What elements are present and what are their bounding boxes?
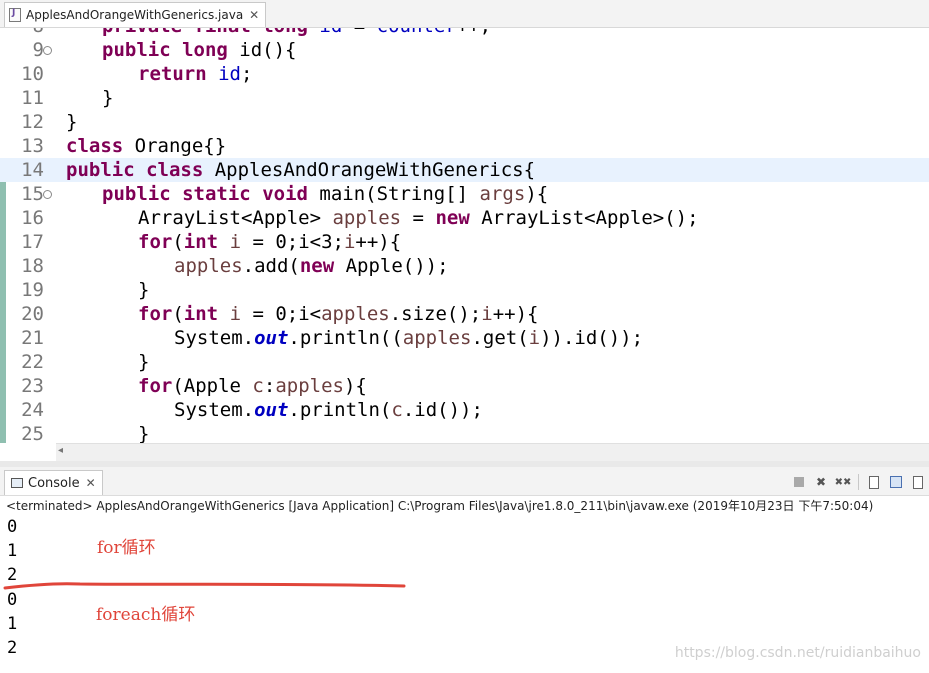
code-line[interactable]: 21 System.out.println((apples.get(i)).id(… [0,326,929,350]
annotation-foreach-loop: foreach循环 [96,605,196,625]
editor-tab-label: ApplesAndOrangeWithGenerics.java [26,8,244,22]
code-text: System.out.println((apples.get(i)).id())… [174,327,644,349]
toolbar-separator [858,474,859,490]
line-number: 12 [21,111,44,133]
editor-tab[interactable]: ApplesAndOrangeWithGenerics.java ✕ [4,2,267,27]
line-number: 15 [21,183,44,205]
remove-all-icon[interactable]: ✖✖ [835,474,852,490]
line-number: 23 [21,375,44,397]
code-line[interactable]: 25} [0,422,929,443]
code-text: } [138,423,150,443]
line-number: 21 [21,327,44,349]
code-text: } [66,111,78,133]
editor-pane: ApplesAndOrangeWithGenerics.java ✕ 8 priv… [0,0,929,463]
console-output-line: 0 [7,517,18,537]
code-area[interactable]: 8 private final long id = counter++; 9 publ… [0,28,929,443]
line-number: 22 [21,351,44,373]
code-line[interactable]: 16 ArrayList<Apple> apples = new ArrayLis… [0,206,929,230]
pin-console-icon[interactable] [910,474,926,490]
line-number: 9 [32,39,44,61]
line-number: 16 [21,207,44,229]
code-text: } [102,87,114,109]
line-number: 18 [21,255,44,277]
scroll-left-icon[interactable]: ◂ [58,445,63,456]
code-line[interactable]: 17 for(int i = 0;i<3;i++){ [0,230,929,254]
code-text: public long id(){ [102,39,297,61]
line-number: 8 [14,28,44,38]
code-text: return id; [138,63,253,85]
code-line[interactable]: 18 apples.add(new Apple()); [0,254,929,278]
code-line[interactable]: 15 public static void main(String[] args)… [0,182,929,206]
code-text: for(int i = 0;i<3;i++){ [138,231,402,253]
console-output-line: 1 [7,614,18,634]
console-output-line: 0 [7,590,18,610]
horizontal-scrollbar[interactable]: ◂ [56,443,929,462]
word-wrap-icon[interactable] [888,474,904,490]
line-number: 17 [21,231,44,253]
code-line[interactable]: 13 class Orange{} [0,134,929,158]
editor-tab-bar: ApplesAndOrangeWithGenerics.java ✕ [0,0,929,28]
code-line[interactable]: 9 public long id(){ [0,38,929,62]
code-text: private final long id = counter++; [102,28,491,38]
console-toolbar: ✖ ✖✖ [788,471,929,493]
remove-launch-icon[interactable]: ✖ [813,474,829,490]
code-text: public static void main(String[] args){ [102,183,549,205]
fold-toggle-icon[interactable] [43,190,52,199]
close-icon[interactable]: ✕ [86,476,96,490]
code-line[interactable]: 11} [0,86,929,110]
java-file-icon [9,8,21,22]
code-line[interactable]: 12} [0,110,929,134]
annotation-for-loop: for循环 [97,538,156,558]
code-text: class Orange{} [66,135,227,157]
code-text: for(Apple c:apples){ [138,375,367,397]
terminate-icon[interactable] [791,474,807,490]
console-output-line: 2 [7,638,18,658]
code-line[interactable]: 19} [0,278,929,302]
line-number: 20 [21,303,44,325]
code-line[interactable]: 14 public class ApplesAndOrangeWithGeneri… [0,158,929,182]
code-text: } [138,279,150,301]
code-line[interactable]: 20 for(int i = 0;i<apples.size();i++){ [0,302,929,326]
line-number: 19 [21,279,44,301]
code-line[interactable]: 24 System.out.println(c.id()); [0,398,929,422]
line-number: 25 [21,423,44,443]
console-tab-label: Console [28,475,80,491]
line-number: 11 [21,87,44,109]
line-number: 13 [21,135,44,157]
close-icon[interactable]: ✕ [249,8,259,22]
console-output-line: 1 [7,541,18,561]
console-icon [11,478,23,488]
console-output-line: 2 [7,565,18,585]
code-text: public class ApplesAndOrangeWithGenerics… [66,159,536,181]
code-text: System.out.println(c.id()); [174,399,483,421]
line-number: 14 [21,159,44,181]
code-line[interactable]: 23 for(Apple c:apples){ [0,374,929,398]
console-status: <terminated> ApplesAndOrangeWithGenerics… [6,499,874,513]
line-number: 10 [21,63,44,85]
line-number: 24 [21,399,44,421]
code-text: for(int i = 0;i<apples.size();i++){ [138,303,539,325]
code-line[interactable]: 22} [0,350,929,374]
code-text: } [138,351,150,373]
code-line[interactable]: 10 return id; [0,62,929,86]
code-text: ArrayList<Apple> apples = new ArrayList<… [138,207,699,229]
code-line[interactable]: 8 private final long id = counter++; [0,28,929,38]
code-text: apples.add(new Apple()); [174,255,449,277]
scroll-lock-icon[interactable] [866,474,882,490]
fold-toggle-icon[interactable] [43,46,52,55]
watermark: https://blog.csdn.net/ruidianbaihuo [674,645,921,661]
console-tab[interactable]: Console ✕ [4,470,103,495]
